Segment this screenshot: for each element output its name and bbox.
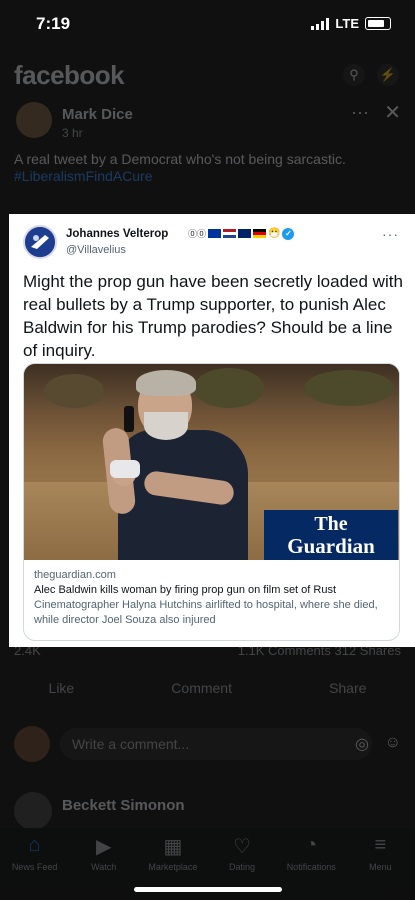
symbol-icon: ⓪⓪ — [188, 229, 207, 239]
battery-icon — [365, 17, 391, 30]
nav-notifications[interactable]: ◔ Notifications — [278, 828, 344, 900]
status-bar: 7:19 LTE — [0, 0, 415, 48]
tweet-card[interactable]: Johannes Velterop ⓪⓪ 😷 ✓ @Villavelius ··… — [9, 214, 415, 647]
article-photo: The Guardian — [24, 364, 399, 560]
facebook-logo: facebook — [14, 60, 125, 90]
post-more-icon[interactable]: ··· — [351, 102, 369, 123]
user-avatar — [14, 726, 50, 762]
post-author-name[interactable]: Mark Dice — [62, 106, 133, 123]
close-icon[interactable]: ✕ — [384, 100, 401, 125]
name-emoji-badges: ⓪⓪ 😷 ✓ — [188, 227, 295, 240]
tweet-author-avatar[interactable] — [23, 225, 57, 259]
search-icon[interactable]: ⚲ — [343, 64, 365, 86]
tweet-more-icon[interactable]: ··· — [382, 226, 399, 242]
status-icons: LTE — [311, 16, 391, 31]
germany-flag-icon — [253, 229, 267, 238]
tweet-author-name[interactable]: Johannes Velterop — [66, 228, 168, 240]
link-domain: theguardian.com — [34, 569, 116, 581]
comment-input[interactable]: Write a comment... — [60, 728, 372, 760]
link-title: Alec Baldwin kills woman by firing prop … — [34, 584, 337, 596]
store-icon: ▦ — [163, 836, 183, 858]
uk-flag-icon — [238, 229, 252, 238]
bell-icon: ◔ — [305, 834, 318, 856]
nav-news-feed[interactable]: ⌂ News Feed — [2, 828, 68, 900]
link-card-body: theguardian.com Alec Baldwin kills woman… — [24, 560, 399, 640]
nav-watch[interactable]: ▶ Watch — [71, 828, 137, 900]
heart-icon: ♡ — [233, 836, 252, 858]
post-hashtag[interactable]: #LiberalismFindACure — [14, 168, 153, 184]
post-author-avatar[interactable] — [16, 102, 52, 138]
tweet-author-handle[interactable]: @Villavelius — [66, 244, 126, 256]
like-button[interactable]: Like — [49, 680, 75, 704]
next-post-author[interactable]: Beckett Simonon — [62, 797, 185, 814]
eu-flag-icon — [208, 229, 222, 238]
clock: 7:19 — [36, 14, 71, 33]
mask-emoji-icon: 😷 — [268, 228, 281, 239]
post-text: A real tweet by a Democrat who's not bei… — [14, 151, 346, 167]
camera-icon[interactable]: ◎ — [355, 734, 369, 754]
netherlands-flag-icon — [223, 229, 237, 238]
tweet-text: Might the prop gun have been secretly lo… — [23, 272, 403, 360]
comment-button[interactable]: Comment — [171, 680, 232, 704]
network-label: LTE — [335, 16, 359, 31]
emoji-icon[interactable]: ☺ — [385, 734, 401, 752]
messenger-icon[interactable]: ⚡ — [377, 64, 399, 86]
link-preview-card[interactable]: The Guardian theguardian.com Alec Baldwi… — [23, 363, 400, 641]
home-icon: ⌂ — [28, 834, 41, 856]
signal-icon — [311, 17, 330, 30]
link-description: Cinematographer Halyna Hutchins airlifte… — [34, 599, 378, 626]
nav-menu[interactable]: ≡ Menu — [347, 828, 413, 900]
home-indicator[interactable] — [134, 887, 282, 892]
next-post-avatar[interactable] — [14, 792, 52, 830]
share-button[interactable]: Share — [329, 680, 366, 704]
video-icon: ▶ — [96, 836, 112, 858]
post-timestamp: 3 hr — [62, 126, 83, 140]
guardian-logo: The Guardian — [264, 510, 398, 560]
verified-badge-icon: ✓ — [282, 227, 295, 240]
menu-icon: ≡ — [374, 834, 387, 856]
post-actions: Like Comment Share — [0, 680, 415, 704]
